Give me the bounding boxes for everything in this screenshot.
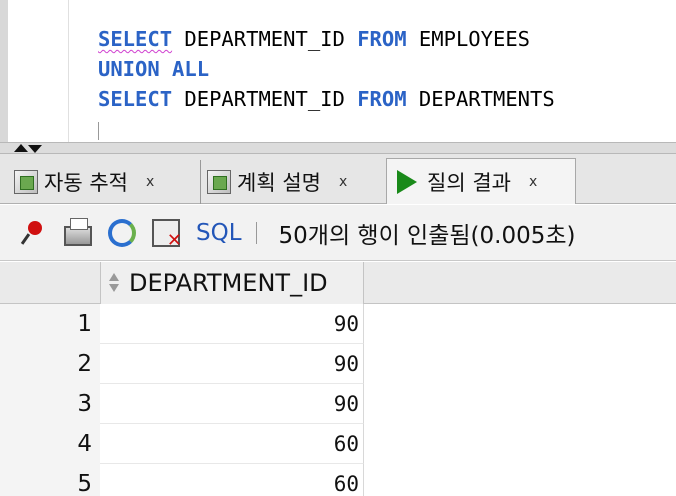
column-header-label: DEPARTMENT_ID [129,269,328,297]
tab-autotrace-close-icon[interactable]: x [146,174,154,190]
department-id-cell[interactable]: 60 [100,424,364,464]
row-number[interactable]: 1 [0,304,92,344]
tab-explain-plan-close-icon[interactable]: x [339,174,347,190]
sql-keyword: UNION ALL [98,57,210,81]
row-number[interactable]: 5 [0,464,92,496]
refresh-icon[interactable] [108,218,136,247]
autotrace-icon [14,170,38,194]
department-id-cell[interactable]: 90 [100,384,364,424]
sql-line[interactable]: SELECT DEPARTMENT_ID FROM DEPARTMENTS [98,84,555,114]
sql-line[interactable]: UNION ALL [98,54,555,84]
column-header-department-id[interactable]: DEPARTMENT_ID [100,262,364,304]
pane-splitter[interactable] [0,142,676,154]
department-id-cell[interactable]: 90 [100,304,364,344]
sql-line[interactable]: SELECT DEPARTMENT_ID FROM EMPLOYEES [98,24,555,54]
toolbar-separator [255,221,257,244]
tab-explain-plan-label: 계획 설명 [237,171,321,195]
table-row[interactable]: 3 90 [0,384,364,424]
tab-query-result-close-icon[interactable]: x [529,174,537,190]
fetch-status: 50개의 행이 인출됨(0.005초) [278,222,576,249]
row-number[interactable]: 4 [0,424,92,464]
explain-plan-icon [207,170,231,194]
clear-results-icon[interactable] [152,218,182,251]
tab-query-result[interactable]: 질의 결과 x [386,158,576,204]
result-tab-bar: 자동 추적 x 계획 설명 x 질의 결과 x [0,154,676,204]
print-icon[interactable] [64,217,92,246]
department-id-cell[interactable]: 60 [100,464,364,496]
sql-text: EMPLOYEES [406,27,530,51]
result-toolbar: SQL 50개의 행이 인출됨(0.005초) [0,205,676,261]
sql-text: DEPARTMENTS [406,87,555,111]
table-row[interactable]: 2 90 [0,344,364,384]
tab-autotrace[interactable]: 자동 추적 x [14,160,154,204]
collapse-down-icon[interactable] [28,145,42,153]
sql-code[interactable]: SELECT DEPARTMENT_ID FROM EMPLOYEES UNION… [98,24,555,114]
table-row[interactable]: 1 90 [0,304,364,344]
collapse-up-icon[interactable] [14,144,28,152]
sql-editor[interactable]: SELECT DEPARTMENT_ID FROM EMPLOYEES UNION… [0,0,676,142]
tab-autotrace-label: 자동 추적 [44,171,128,195]
row-number[interactable]: 2 [0,344,92,384]
sql-keyword: FROM [357,87,407,111]
tab-explain-plan[interactable]: 계획 설명 x [200,160,347,204]
editor-caret [98,122,99,140]
run-icon [397,169,417,194]
sort-icon[interactable] [109,273,119,293]
pin-icon[interactable] [20,219,48,247]
sql-text: DEPARTMENT_ID [172,87,358,111]
sql-keyword: SELECT [98,87,173,111]
sql-keyword: SELECT [98,27,173,51]
department-id-cell[interactable]: 90 [100,344,364,384]
sql-keyword: FROM [357,27,407,51]
table-row[interactable]: 4 60 [0,424,364,464]
table-row[interactable]: 5 60 [0,464,364,496]
editor-gutter-line [68,0,69,142]
sql-text: DEPARTMENT_ID [172,27,358,51]
result-grid[interactable]: DEPARTMENT_ID 1 90 2 90 3 90 4 60 5 60 [0,262,676,496]
row-number[interactable]: 3 [0,384,92,424]
sql-button[interactable]: SQL [196,220,242,246]
tab-query-result-label: 질의 결과 [427,170,511,195]
